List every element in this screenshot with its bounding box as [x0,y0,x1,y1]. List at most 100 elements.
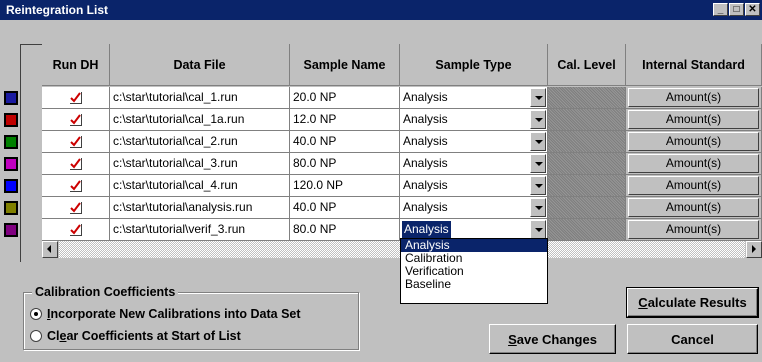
sample-name-cell[interactable]: 120.0 NP [290,175,400,197]
sample-type-value: Analysis [403,112,448,126]
column-header-internal-standard: Internal Standard [626,44,762,86]
amounts-button[interactable]: Amount(s) [628,220,759,239]
row-color-swatch[interactable] [4,113,18,127]
incorporate-label: Incorporate New Calibrations into Data S… [47,307,301,321]
cal-level-cell [548,131,626,153]
sample-type-value: Analysis [403,156,448,170]
scroll-left-button[interactable] [42,241,58,258]
internal-standard-cell: Amount(s) [626,87,762,109]
data-file-cell[interactable]: c:\star\tutorial\cal_4.run [110,175,290,197]
checkmark-icon [69,114,81,125]
run-dh-checkbox[interactable] [69,92,82,104]
dropdown-arrow-icon[interactable] [530,220,546,239]
amounts-button[interactable]: Amount(s) [628,154,759,173]
close-button[interactable]: ✕ [745,3,760,16]
radio-unselected-icon [30,330,42,342]
amounts-button[interactable]: Amount(s) [628,110,759,129]
sample-type-dropdown-list[interactable]: Analysis Calibration Verification Baseli… [400,238,548,304]
internal-standard-cell: Amount(s) [626,175,762,197]
internal-standard-cell: Amount(s) [626,153,762,175]
run-dh-cell [42,87,110,109]
data-file-cell[interactable]: c:\star\tutorial\analysis.run [110,197,290,219]
checkmark-icon [69,224,81,235]
clear-coefficients-radio[interactable]: Clear Coefficients at Start of List [30,328,241,344]
row-color-swatch[interactable] [4,135,18,149]
maximize-button[interactable]: □ [729,3,744,16]
row-color-swatch[interactable] [4,223,18,237]
sample-name-cell[interactable]: 20.0 NP [290,87,400,109]
run-dh-cell [42,219,110,241]
column-header-data-file: Data File [110,44,290,86]
cal-level-cell [548,87,626,109]
sample-type-combobox[interactable]: Analysis [400,153,548,175]
column-header-cal-level: Cal. Level [548,44,626,86]
cal-level-cell [548,219,626,241]
row-color-swatch[interactable] [4,179,18,193]
column-header-sample-type: Sample Type [400,44,548,86]
amounts-button[interactable]: Amount(s) [628,132,759,151]
run-dh-cell [42,153,110,175]
amounts-button[interactable]: Amount(s) [628,176,759,195]
dropdown-arrow-icon[interactable] [530,88,546,107]
sample-name-cell[interactable]: 12.0 NP [290,109,400,131]
title-bar: Reintegration List _ □ ✕ [0,0,762,20]
calibration-group-title: Calibration Coefficients [32,285,179,299]
sample-name-cell[interactable]: 80.0 NP [290,219,400,241]
save-changes-button[interactable]: Save Changes [489,324,616,354]
data-file-cell[interactable]: c:\star\tutorial\verif_3.run [110,219,290,241]
run-dh-checkbox[interactable] [69,136,82,148]
data-file-cell[interactable]: c:\star\tutorial\cal_1a.run [110,109,290,131]
column-header-sample-name: Sample Name [290,44,400,86]
checkmark-icon [69,180,81,191]
minimize-button[interactable]: _ [713,3,728,16]
sample-type-value: Analysis [403,90,448,104]
run-dh-checkbox[interactable] [69,114,82,126]
sample-type-combobox[interactable]: Analysis [400,197,548,219]
dropdown-arrow-icon[interactable] [530,198,546,217]
sample-type-combobox[interactable]: Analysis [400,109,548,131]
run-dh-cell [42,175,110,197]
data-file-cell[interactable]: c:\star\tutorial\cal_2.run [110,131,290,153]
reintegration-list-window: Reintegration List _ □ ✕ Run DH Data File… [0,0,762,362]
sample-type-combobox[interactable]: Analysis [400,131,548,153]
sample-type-combobox[interactable]: Analysis [400,175,548,197]
run-dh-cell [42,131,110,153]
run-dh-checkbox[interactable] [69,224,82,236]
amounts-button[interactable]: Amount(s) [628,198,759,217]
cancel-button[interactable]: Cancel [627,324,758,354]
run-dh-checkbox[interactable] [69,202,82,214]
checkmark-icon [69,136,81,147]
incorporate-calibrations-radio[interactable]: Incorporate New Calibrations into Data S… [30,306,301,322]
sample-type-value: Analysis [403,134,448,148]
sample-type-value: Analysis [403,178,448,192]
sample-type-combobox[interactable]: Analysis [400,87,548,109]
scroll-right-button[interactable] [746,241,762,258]
internal-standard-cell: Amount(s) [626,109,762,131]
dropdown-arrow-icon[interactable] [530,154,546,173]
data-file-cell[interactable]: c:\star\tutorial\cal_3.run [110,153,290,175]
row-color-swatch[interactable] [4,91,18,105]
run-dh-checkbox[interactable] [69,180,82,192]
sample-name-cell[interactable]: 80.0 NP [290,153,400,175]
window-title: Reintegration List [6,3,109,17]
clear-label: Clear Coefficients at Start of List [47,329,241,343]
dropdown-arrow-icon[interactable] [530,132,546,151]
row-color-swatch[interactable] [4,201,18,215]
data-file-cell[interactable]: c:\star\tutorial\cal_1.run [110,87,290,109]
calculate-results-button[interactable]: Calculate Results [626,287,759,318]
internal-standard-cell: Amount(s) [626,131,762,153]
dropdown-arrow-icon[interactable] [530,176,546,195]
column-header-run-dh: Run DH [42,44,110,86]
row-color-swatch[interactable] [4,157,18,171]
cal-level-cell [548,153,626,175]
sample-name-cell[interactable]: 40.0 NP [290,131,400,153]
dropdown-option-baseline[interactable]: Baseline [401,278,547,291]
dropdown-arrow-icon[interactable] [530,110,546,129]
cal-level-cell [548,175,626,197]
sample-name-cell[interactable]: 40.0 NP [290,197,400,219]
cal-level-cell [548,109,626,131]
amounts-button[interactable]: Amount(s) [628,88,759,107]
checkmark-icon [69,158,81,169]
run-dh-cell [42,197,110,219]
run-dh-checkbox[interactable] [69,158,82,170]
